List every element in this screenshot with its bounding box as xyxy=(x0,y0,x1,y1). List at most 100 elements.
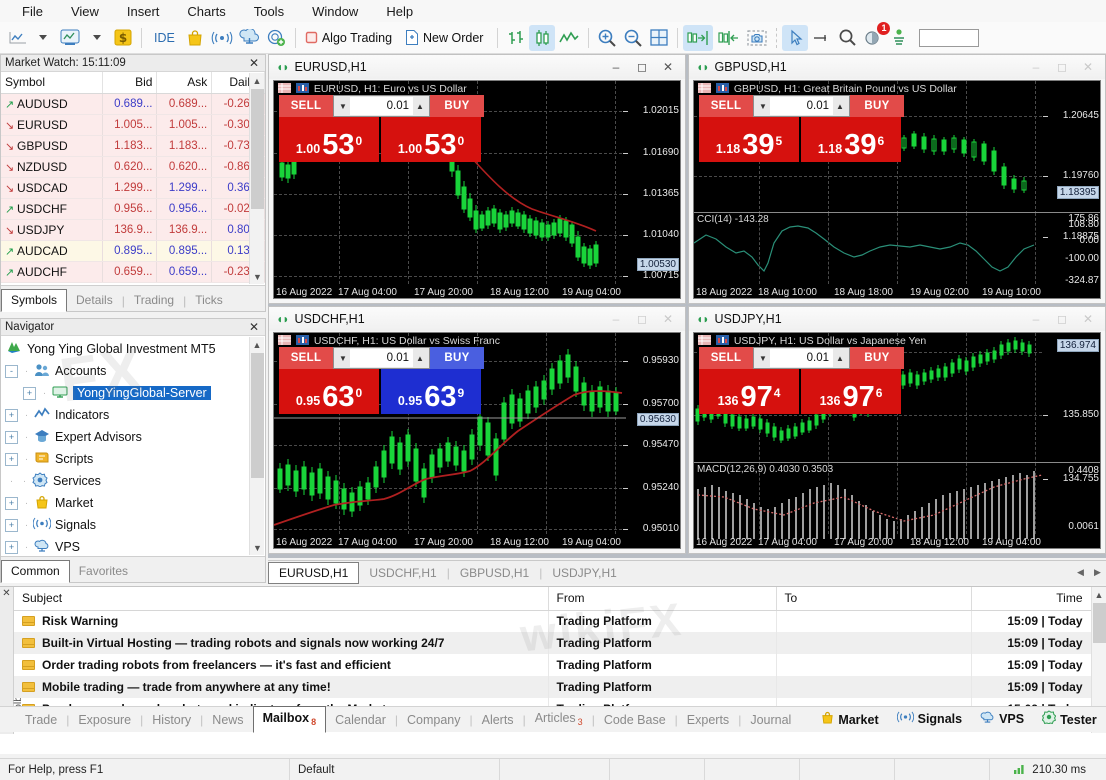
market-watch-row[interactable]: ↗ USDCHF 0.956... 0.956... -0.02% xyxy=(1,198,265,220)
buy-price[interactable]: 136 97 6 xyxy=(801,369,901,414)
mail-subject-cell[interactable]: Order trading robots from freelancers — … xyxy=(14,654,549,676)
chart-tab-usdchf[interactable]: USDCHF,H1 xyxy=(359,563,446,583)
vps-add-button[interactable] xyxy=(263,25,290,51)
chart-canvas-eurusd[interactable]: EURUSD, H1: Euro vs US Dollar 1.02015 1.… xyxy=(273,80,681,299)
chevron-up-icon[interactable]: ▲ xyxy=(833,354,847,363)
chart-titlebar[interactable]: ◖◗ EURUSD,H1 – ◻ ✕ xyxy=(269,55,685,79)
tab-favorites[interactable]: Favorites xyxy=(70,561,137,582)
symbol-cell[interactable]: ↘ USDCAD xyxy=(1,177,103,199)
sell-button[interactable]: SELL xyxy=(699,95,753,117)
one-click-trading-panel-usdchf[interactable]: SELL ▼ 0.01 ▲ BUY 0.95 63 0 0.95 63 9 xyxy=(279,347,484,414)
market-watch-row[interactable]: ↘ NZDUSD 0.620... 0.620... -0.86% xyxy=(1,156,265,178)
chevron-down-icon[interactable]: ▼ xyxy=(756,102,770,111)
close-icon[interactable]: ✕ xyxy=(247,56,261,70)
status-profile[interactable]: Default xyxy=(290,758,500,780)
maximize-icon[interactable]: ◻ xyxy=(629,309,655,329)
buy-button[interactable]: BUY xyxy=(430,95,484,117)
levels-button[interactable] xyxy=(886,25,912,51)
symbol-cell[interactable]: ↘ EURUSD xyxy=(1,114,103,136)
tree-expander[interactable]: + xyxy=(5,430,18,444)
tree-expander[interactable]: + xyxy=(5,518,18,532)
close-icon[interactable]: ✕ xyxy=(1075,309,1101,329)
chart-window-usdchf[interactable]: ◖◗ USDCHF,H1 – ◻ ✕ USDCHF, H1: US Dollar… xyxy=(268,306,686,554)
tree-expander[interactable]: + xyxy=(5,540,18,554)
close-icon[interactable]: ✕ xyxy=(1075,57,1101,77)
chevron-down-icon[interactable]: ▼ xyxy=(336,354,350,363)
market-watch-row[interactable]: ↘ USDCAD 1.299... 1.299... 0.36% xyxy=(1,177,265,199)
menu-item-charts[interactable]: Charts xyxy=(173,2,239,21)
scrollbar-thumb[interactable] xyxy=(251,89,264,209)
volume-field[interactable]: ▼ 0.01 ▲ xyxy=(753,95,850,117)
chart-tab-gbpusd[interactable]: GBPUSD,H1 xyxy=(450,563,539,583)
market-watch-scrollbar[interactable]: ▲ ▼ xyxy=(249,73,264,284)
navigator-item-services[interactable]: · · Services xyxy=(3,470,265,492)
menu-item-window[interactable]: Window xyxy=(298,2,372,21)
market-watch-row[interactable]: ↘ USDJPY 136.9... 136.9... 0.80% xyxy=(1,219,265,241)
toolbox-link-tester[interactable]: Tester xyxy=(1033,706,1106,732)
close-icon[interactable]: ✕ xyxy=(655,309,681,329)
algo-trading-button[interactable]: Algo Trading xyxy=(301,25,401,51)
buy-button[interactable]: BUY xyxy=(850,95,904,117)
toolbox-tab-articles[interactable]: Articles 3 xyxy=(526,707,592,733)
scroll-down-icon[interactable]: ▼ xyxy=(250,269,265,284)
column-time[interactable]: Time xyxy=(971,587,1092,611)
chevron-down-icon[interactable]: ▼ xyxy=(336,102,350,111)
market-watch-row[interactable]: ↗ AUDUSD 0.689... 0.689... -0.26% xyxy=(1,93,265,115)
tile-windows-button[interactable] xyxy=(646,25,672,51)
symbol-cell[interactable]: ↘ NZDUSD xyxy=(1,156,103,178)
volume-value[interactable]: 0.01 xyxy=(770,97,833,115)
scrollbar-thumb[interactable] xyxy=(251,353,264,478)
minimize-icon[interactable]: – xyxy=(603,57,629,77)
toolbox-tab-news[interactable]: News xyxy=(203,709,252,732)
new-order-button[interactable]: New Order xyxy=(401,25,492,51)
maximize-icon[interactable]: ◻ xyxy=(629,57,655,77)
symbol-cell[interactable]: ↘ USDJPY xyxy=(1,219,103,241)
chevron-up-icon[interactable]: ▲ xyxy=(833,102,847,111)
currency-button[interactable]: $ xyxy=(110,25,136,51)
chart-canvas-usdchf[interactable]: USDCHF, H1: US Dollar vs Swiss Franc 0.9… xyxy=(273,332,681,549)
crosshair-tool-button[interactable] xyxy=(808,25,834,51)
one-click-trading-panel-eurusd[interactable]: SELL ▼ 0.01 ▲ BUY 1.00 53 0 1.00 53 0 xyxy=(279,95,484,162)
sell-button[interactable]: SELL xyxy=(699,347,753,369)
market-watch-row[interactable]: ↗ AUDCAD 0.895... 0.895... 0.13% xyxy=(1,240,265,262)
toolbox-tab-journal[interactable]: Journal xyxy=(741,709,800,732)
scroll-up-icon[interactable]: ▲ xyxy=(250,337,264,352)
chart-titlebar[interactable]: ◖◗ USDJPY,H1 – ◻ ✕ xyxy=(689,307,1105,331)
auto-scroll-button[interactable] xyxy=(683,24,714,51)
toolbox-tab-company[interactable]: Company xyxy=(398,709,470,732)
tree-expander[interactable]: + xyxy=(5,408,18,422)
chart-window-eurusd[interactable]: ◖◗ EURUSD,H1 – ◻ ✕ EURUSD, H1: Euro vs U… xyxy=(268,54,686,304)
mailbox-row[interactable]: Order trading robots from freelancers — … xyxy=(14,654,1106,676)
chart-template-button[interactable] xyxy=(56,25,84,51)
scroll-up-icon[interactable]: ▲ xyxy=(250,73,264,88)
market-button[interactable] xyxy=(182,25,208,51)
navigator-item-yongyingglobal-server[interactable]: + · YongYingGlobal-Server xyxy=(3,382,265,404)
sell-price[interactable]: 1.18 39 5 xyxy=(699,117,799,162)
chart-titlebar[interactable]: ◖◗ USDCHF,H1 – ◻ ✕ xyxy=(269,307,685,331)
new-chart-dropdown[interactable] xyxy=(30,25,56,51)
toolbox-tab-history[interactable]: History xyxy=(143,709,200,732)
navigator-item-indicators[interactable]: + · Indicators xyxy=(3,404,265,426)
search-button[interactable] xyxy=(834,25,860,51)
buy-button[interactable]: BUY xyxy=(850,347,904,369)
chart-window-usdjpy[interactable]: ◖◗ USDJPY,H1 – ◻ ✕ USDJPY, H1: US Dollar… xyxy=(688,306,1106,554)
chevron-left-icon[interactable]: ◀ xyxy=(1072,567,1089,578)
mail-subject-cell[interactable]: Mobile trading — trade from anywhere at … xyxy=(14,676,549,698)
maximize-icon[interactable]: ◻ xyxy=(1049,309,1075,329)
navigator-item-expert-advisors[interactable]: + · Expert Advisors xyxy=(3,426,265,448)
sell-price[interactable]: 0.95 63 0 xyxy=(279,369,379,414)
screenshot-button[interactable] xyxy=(743,25,771,51)
navigator-root[interactable]: Yong Ying Global Investment MT5 xyxy=(3,338,265,360)
bar-chart-button[interactable] xyxy=(503,25,529,51)
volume-value[interactable]: 0.01 xyxy=(350,97,413,115)
volume-field[interactable]: ▼ 0.01 ▲ xyxy=(333,95,430,117)
navigator-item-signals[interactable]: + · Signals xyxy=(3,514,265,536)
zoom-out-button[interactable] xyxy=(620,25,646,51)
toolbox-tab-exposure[interactable]: Exposure xyxy=(69,709,140,732)
chart-tab-eurusd[interactable]: EURUSD,H1 xyxy=(268,561,360,584)
volume-value[interactable]: 0.01 xyxy=(770,349,833,367)
close-icon[interactable]: ✕ xyxy=(655,57,681,77)
signals-button[interactable] xyxy=(208,25,236,51)
minimize-icon[interactable]: – xyxy=(603,309,629,329)
sell-price[interactable]: 1.00 53 0 xyxy=(279,117,379,162)
